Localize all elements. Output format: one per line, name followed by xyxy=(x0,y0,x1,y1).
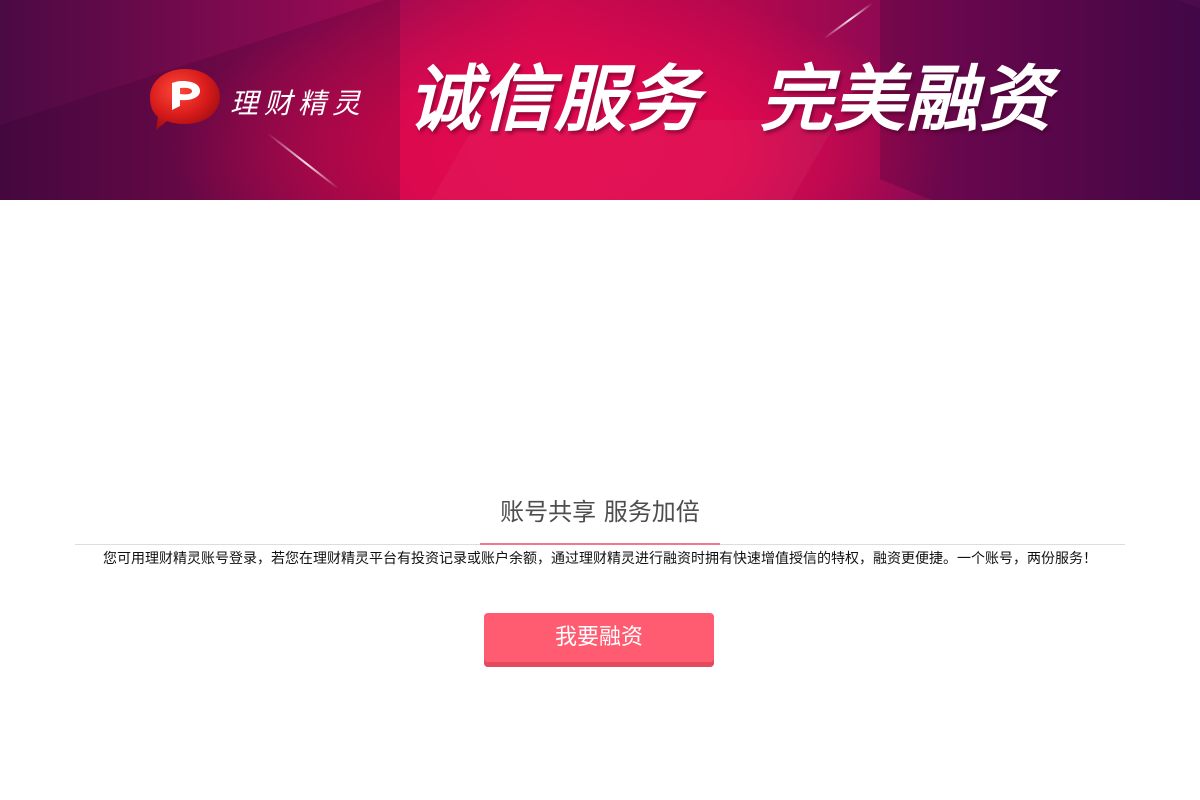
light-streak xyxy=(823,2,873,40)
speech-bubble-logo-icon xyxy=(150,69,220,130)
brand-logo[interactable]: 理财精灵 xyxy=(148,66,373,134)
slogan-left: 诚信服务 xyxy=(408,60,701,140)
hero-banner: 理财精灵 诚信服务 完美融资 xyxy=(0,0,1200,200)
section-title: 账号共享 服务加倍 xyxy=(500,498,700,526)
slogan-right: 完美融资 xyxy=(760,60,1053,140)
brand-name: 理财精灵 xyxy=(230,87,367,120)
section-divider-accent xyxy=(480,543,720,545)
apply-financing-button[interactable]: 我要融资 xyxy=(484,613,714,667)
section-description: 您可用理财精灵账号登录，若您在理财精灵平台有投资记录或账户余额，通过理财精灵进行… xyxy=(103,551,1097,567)
